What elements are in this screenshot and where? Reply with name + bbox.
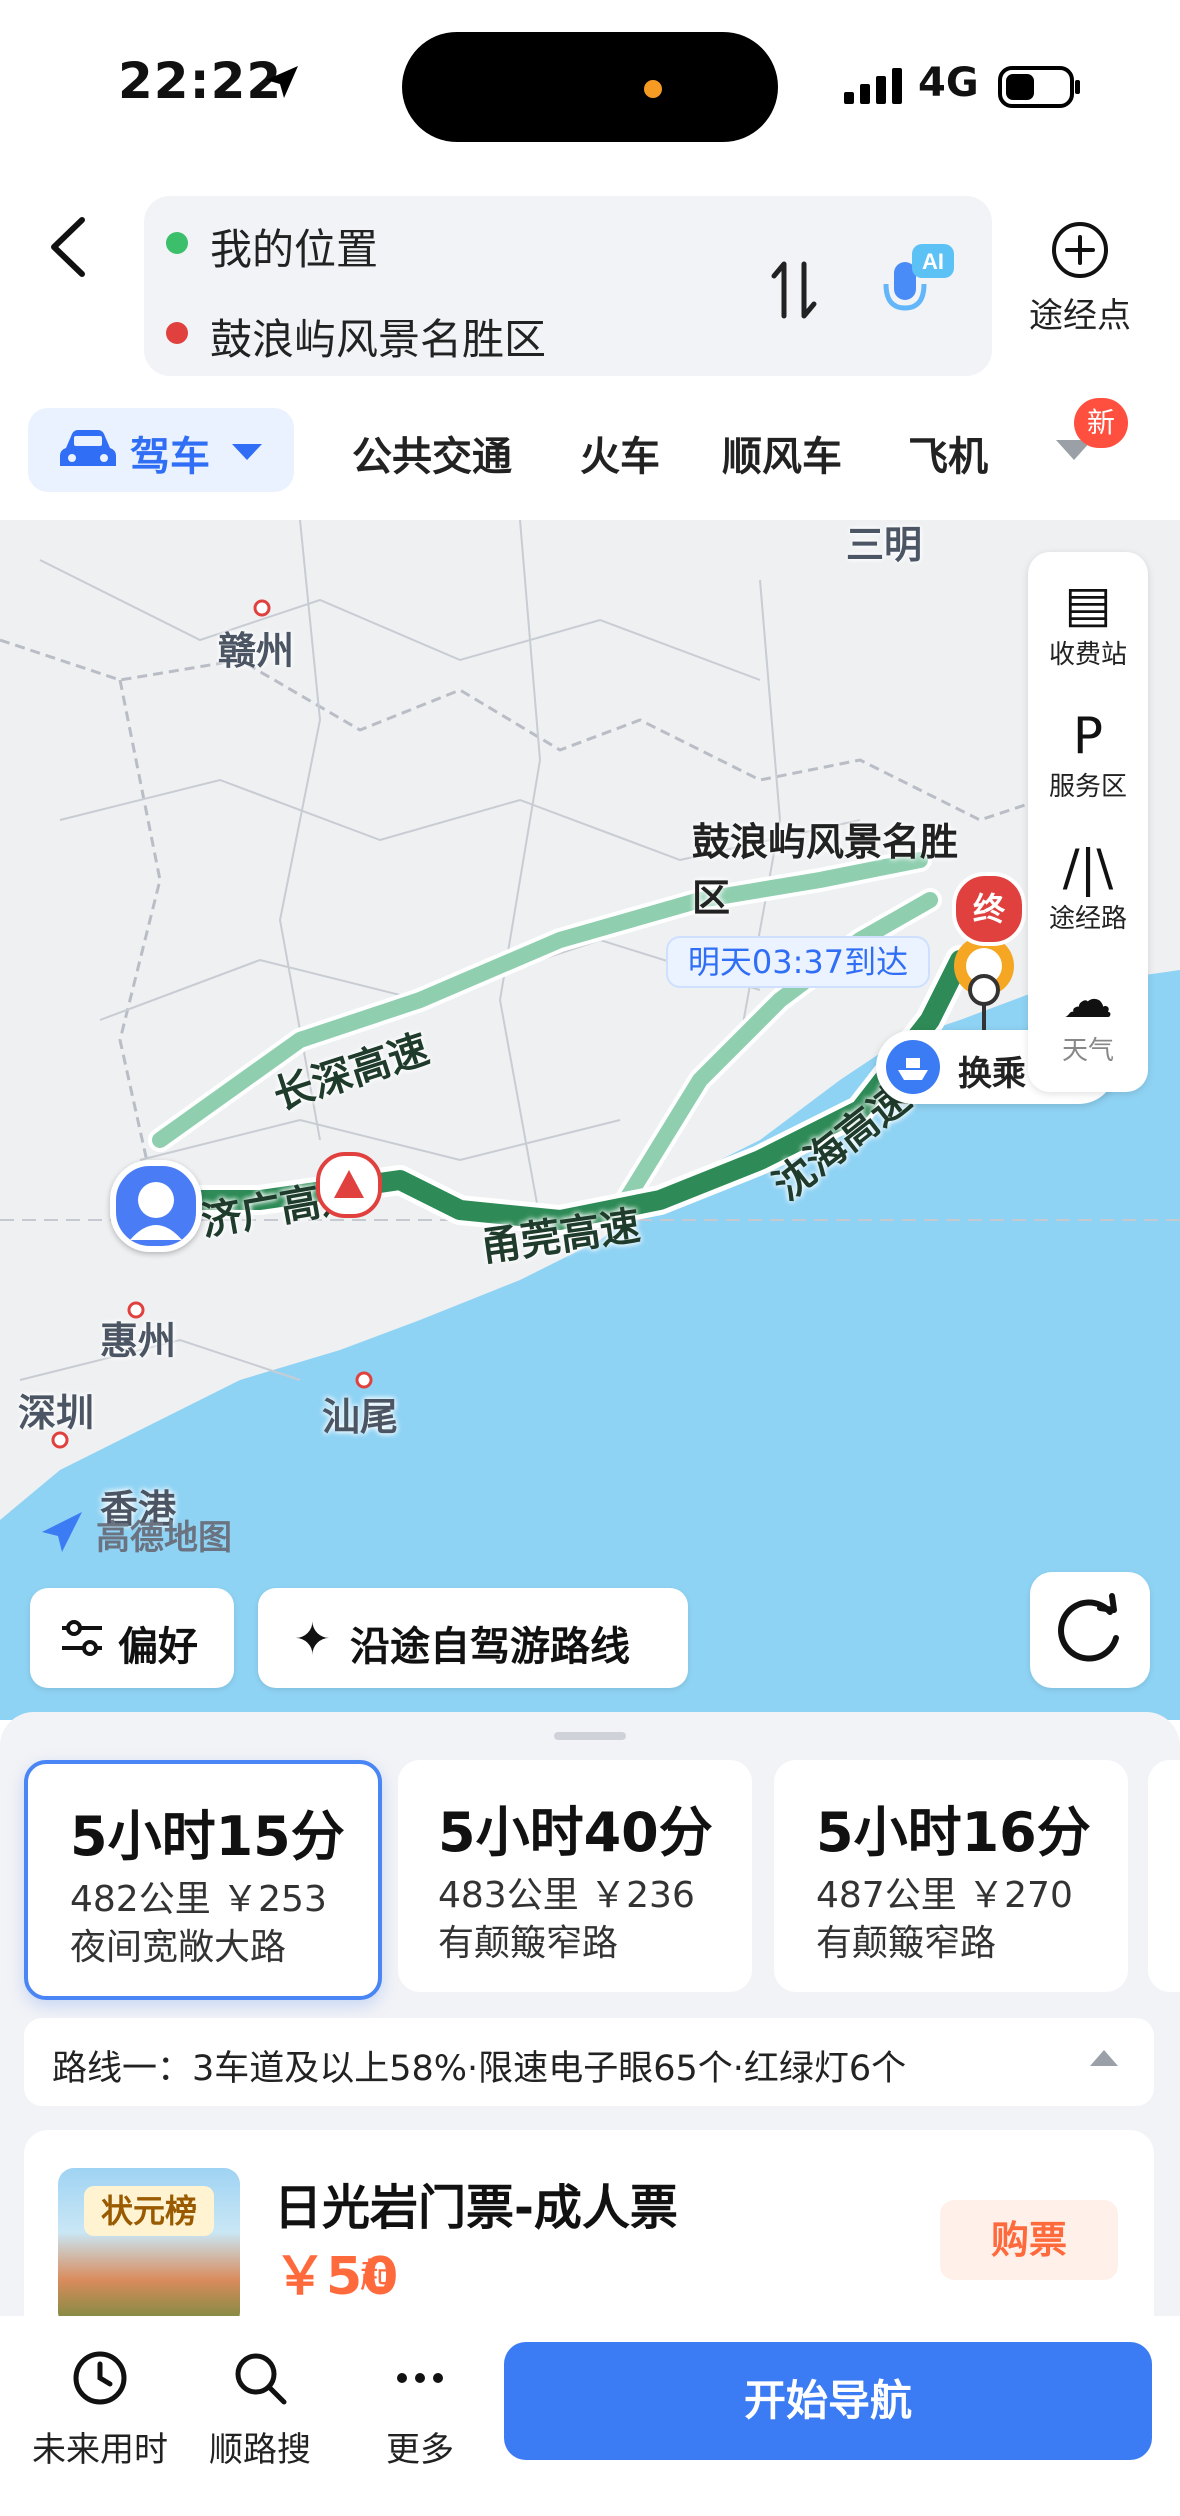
- map-tools-panel: ▤ 收费站 P 服务区 /|\ 途经路 ☁ 天气: [1028, 552, 1148, 1092]
- ai-badge-text: AI: [922, 249, 944, 274]
- status-time: 22:22: [118, 52, 283, 110]
- province-boundary: [0, 638, 1041, 822]
- refresh-button[interactable]: [1030, 1572, 1150, 1688]
- city-label: 三明: [846, 523, 923, 567]
- along-search-label: 顺路搜: [209, 2430, 311, 2470]
- route-time: 5小时40分: [438, 1801, 713, 1864]
- construction-icon[interactable]: [316, 1152, 382, 1218]
- chevron-down-icon[interactable]: [230, 442, 264, 466]
- clock-icon: [73, 2351, 127, 2405]
- future-time-label: 未来用时: [32, 2430, 168, 2470]
- tab-rideshare[interactable]: 顺风车: [722, 424, 842, 482]
- destination-field[interactable]: 鼓浪屿风景名胜区: [210, 306, 546, 367]
- expand-caret-icon[interactable]: [1090, 2050, 1118, 2066]
- along-search-button[interactable]: 顺路搜: [180, 2346, 340, 2471]
- city-label: 汕尾: [322, 1395, 399, 1439]
- ferry-icon: [886, 1040, 940, 1094]
- route-card[interactable]: 5小时40分 483公里 ￥236 有颠簸窄路: [398, 1760, 752, 1992]
- new-badge: 新: [1074, 398, 1128, 448]
- ad-title: 日光岩门票-成人票: [274, 2180, 678, 2236]
- destination-dot: [166, 322, 188, 344]
- battery-icon: [998, 66, 1082, 112]
- add-circle-icon: [1052, 222, 1108, 278]
- service-area-tool[interactable]: P 服务区: [1028, 706, 1148, 803]
- tab-train[interactable]: 火车: [580, 424, 660, 482]
- route-summary-text: 路线一：3车道及以上58%·限速电子眼65个·红绿灯6个: [52, 2049, 907, 2089]
- cloud-icon: ☁: [1063, 971, 1113, 1029]
- via-road-tool[interactable]: /|\ 途经路: [1028, 838, 1148, 935]
- start-navigation-button[interactable]: 开始导航: [504, 2342, 1152, 2460]
- back-button[interactable]: [40, 212, 100, 282]
- city-dot: [253, 599, 271, 617]
- road-trip-label: 沿途自驾游路线: [350, 1624, 630, 1670]
- network-type: 4G: [918, 60, 979, 106]
- city-label: 惠州: [100, 1319, 177, 1363]
- service-area-icon: P: [1072, 707, 1104, 765]
- car-icon: [58, 428, 118, 476]
- tab-drive-label: 驾车: [130, 434, 210, 480]
- origin-field[interactable]: 我的位置: [210, 216, 378, 277]
- refresh-icon: [1058, 1593, 1119, 1662]
- route-distance-cost: 483公里 ￥236: [438, 1875, 695, 1916]
- more-dots-icon: [397, 2373, 443, 2383]
- route-description: 有颠簸窄路: [438, 1923, 619, 1964]
- route-time: 5小时15分: [70, 1805, 345, 1868]
- tool-label: 途经路: [1048, 904, 1127, 934]
- origin-dot: [166, 232, 188, 254]
- future-time-button[interactable]: 未来用时: [20, 2346, 180, 2471]
- ai-voice-icon[interactable]: AI: [878, 240, 958, 320]
- buy-ticket-button[interactable]: 购票: [940, 2200, 1118, 2280]
- road-icon: /|\: [1062, 839, 1114, 897]
- route-card[interactable]: 5小时16分 487公里 ￥270 有颠簸窄路: [774, 1760, 1128, 1992]
- route-distance-cost: 482公里 ￥253: [70, 1879, 327, 1920]
- end-marker: 终: [952, 872, 1026, 946]
- city-dot: [355, 1371, 373, 1389]
- amap-logo-icon: [40, 1510, 84, 1558]
- sliders-icon: [58, 1616, 106, 1664]
- ad-badge: 状元榜: [84, 2186, 214, 2236]
- location-arrow-icon: [262, 62, 302, 106]
- waypoint-label: 途经点: [1029, 296, 1131, 336]
- toll-station-icon: ▤: [1064, 575, 1112, 633]
- tool-label: 收费站: [1048, 640, 1127, 670]
- more-button[interactable]: 更多: [340, 2346, 500, 2471]
- signal-icon: [844, 66, 906, 110]
- weather-tool[interactable]: ☁ 天气: [1028, 970, 1148, 1067]
- more-label: 更多: [386, 2430, 454, 2470]
- route-description: 夜间宽敞大路: [70, 1927, 287, 1968]
- tab-public-transit[interactable]: 公共交通: [352, 424, 512, 482]
- waypoint-button[interactable]: 途经点: [1010, 220, 1150, 350]
- search-icon: [235, 2353, 287, 2405]
- start-avatar: [110, 1160, 202, 1252]
- route-card[interactable]: 5小时15分 482公里 ￥253 夜间宽敞大路: [24, 1760, 382, 2000]
- tool-label: 天气: [1061, 1036, 1114, 1066]
- route-time: 5小时16分: [816, 1801, 1091, 1864]
- sparkle-icon: ✦: [294, 1614, 331, 1665]
- tool-label: 服务区: [1048, 772, 1127, 802]
- tab-plane[interactable]: 飞机: [908, 424, 988, 482]
- ad-price-suffix: 起: [360, 2256, 394, 2296]
- toll-station-tool[interactable]: ▤ 收费站: [1028, 574, 1148, 671]
- city-label: 深圳: [18, 1391, 95, 1435]
- amap-logo: 高德地图: [96, 1518, 232, 1558]
- city-label: 赣州: [218, 629, 295, 673]
- ferry-label: 换乘: [958, 1054, 1026, 1094]
- eta-bubble: 明天03:37到达: [666, 936, 930, 988]
- route-card-partial[interactable]: [1148, 1760, 1180, 1992]
- route-distance-cost: 487公里 ￥270: [816, 1875, 1073, 1916]
- recording-indicator: [644, 80, 662, 98]
- swap-icon[interactable]: [770, 258, 818, 322]
- preference-label: 偏好: [118, 1624, 198, 1670]
- route-description: 有颠簸窄路: [816, 1923, 997, 1964]
- sheet-grabber[interactable]: [554, 1732, 626, 1740]
- destination-map-label: 鼓浪屿风景名胜区: [692, 820, 959, 920]
- dynamic-island: [402, 32, 778, 142]
